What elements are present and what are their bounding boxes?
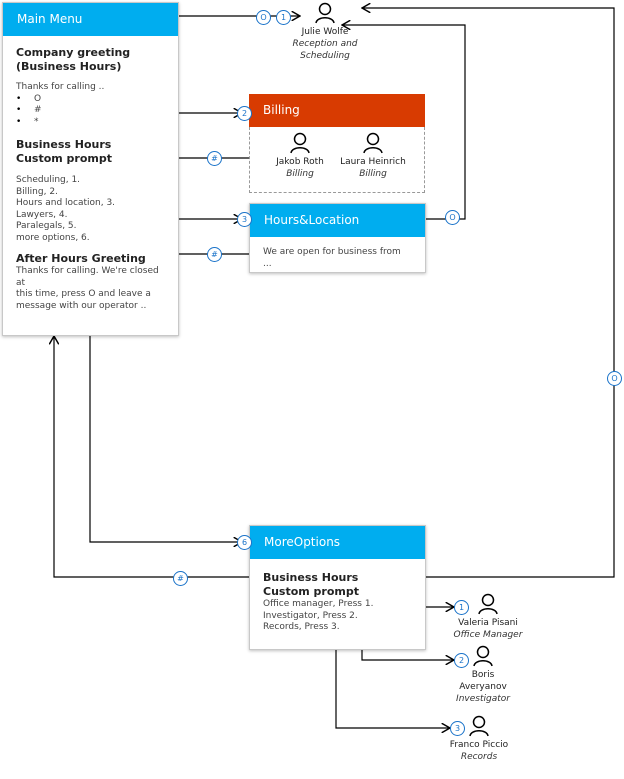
- greeting-heading: Company greeting (Business Hours): [16, 46, 131, 73]
- hours-text: We are open for business from ...: [263, 247, 401, 269]
- person-julie-wolfe[interactable]: Julie Wolfe Reception and Scheduling: [275, 2, 375, 62]
- billing-title: Billing: [249, 94, 425, 127]
- badge-3: 3: [237, 212, 252, 227]
- person-icon: [363, 132, 383, 154]
- person-laura-heinrich[interactable]: Laura Heinrich Billing: [323, 132, 423, 180]
- person-icon: [315, 2, 335, 24]
- person-boris-averyanov[interactable]: Boris Averyanov Investigator: [433, 645, 533, 705]
- badge-hash: #: [207, 247, 222, 262]
- more-custom-heading: Business Hours Custom prompt: [263, 571, 360, 598]
- after-hours-heading: After Hours Greeting: [16, 252, 146, 265]
- billing-node[interactable]: Billing Jakob Roth Billing Laura Heinrich…: [249, 94, 425, 194]
- badge-2: 2: [237, 106, 252, 121]
- custom-prompt-heading: Business Hours Custom prompt: [16, 138, 113, 165]
- main-menu-title: Main Menu: [3, 3, 178, 36]
- person-icon: [478, 593, 498, 615]
- after-hours-text: Thanks for calling. We're closed at this …: [16, 266, 159, 311]
- more-options-node[interactable]: MoreOptions Business Hours Custom prompt …: [249, 525, 426, 650]
- badge-operator: O: [607, 371, 622, 386]
- badge-hash: #: [173, 571, 188, 586]
- greeting-bullets: O#*: [16, 94, 165, 129]
- person-icon: [469, 715, 489, 737]
- badge-operator: O: [445, 210, 460, 225]
- badge-6: 6: [237, 535, 252, 550]
- main-menu-node[interactable]: Main Menu Company greeting (Business Hour…: [2, 2, 179, 336]
- more-options-list: Office manager, Press 1. Investigator, Pr…: [263, 599, 374, 632]
- person-icon: [473, 645, 493, 667]
- person-valeria-pisani[interactable]: Valeria Pisani Office Manager: [438, 593, 538, 641]
- badge-operator: O: [256, 10, 271, 25]
- more-options-title: MoreOptions: [250, 526, 425, 559]
- person-franco-piccio[interactable]: Franco Piccio Records: [429, 715, 529, 763]
- custom-prompt-options: Scheduling, 1. Billing, 2. Hours and locat…: [16, 175, 116, 243]
- badge-hash: #: [207, 151, 222, 166]
- hours-title: Hours&Location: [250, 204, 425, 237]
- greeting-text: Thanks for calling ..: [16, 82, 105, 92]
- person-icon: [290, 132, 310, 154]
- hours-location-node[interactable]: Hours&Location We are open for business …: [249, 203, 426, 273]
